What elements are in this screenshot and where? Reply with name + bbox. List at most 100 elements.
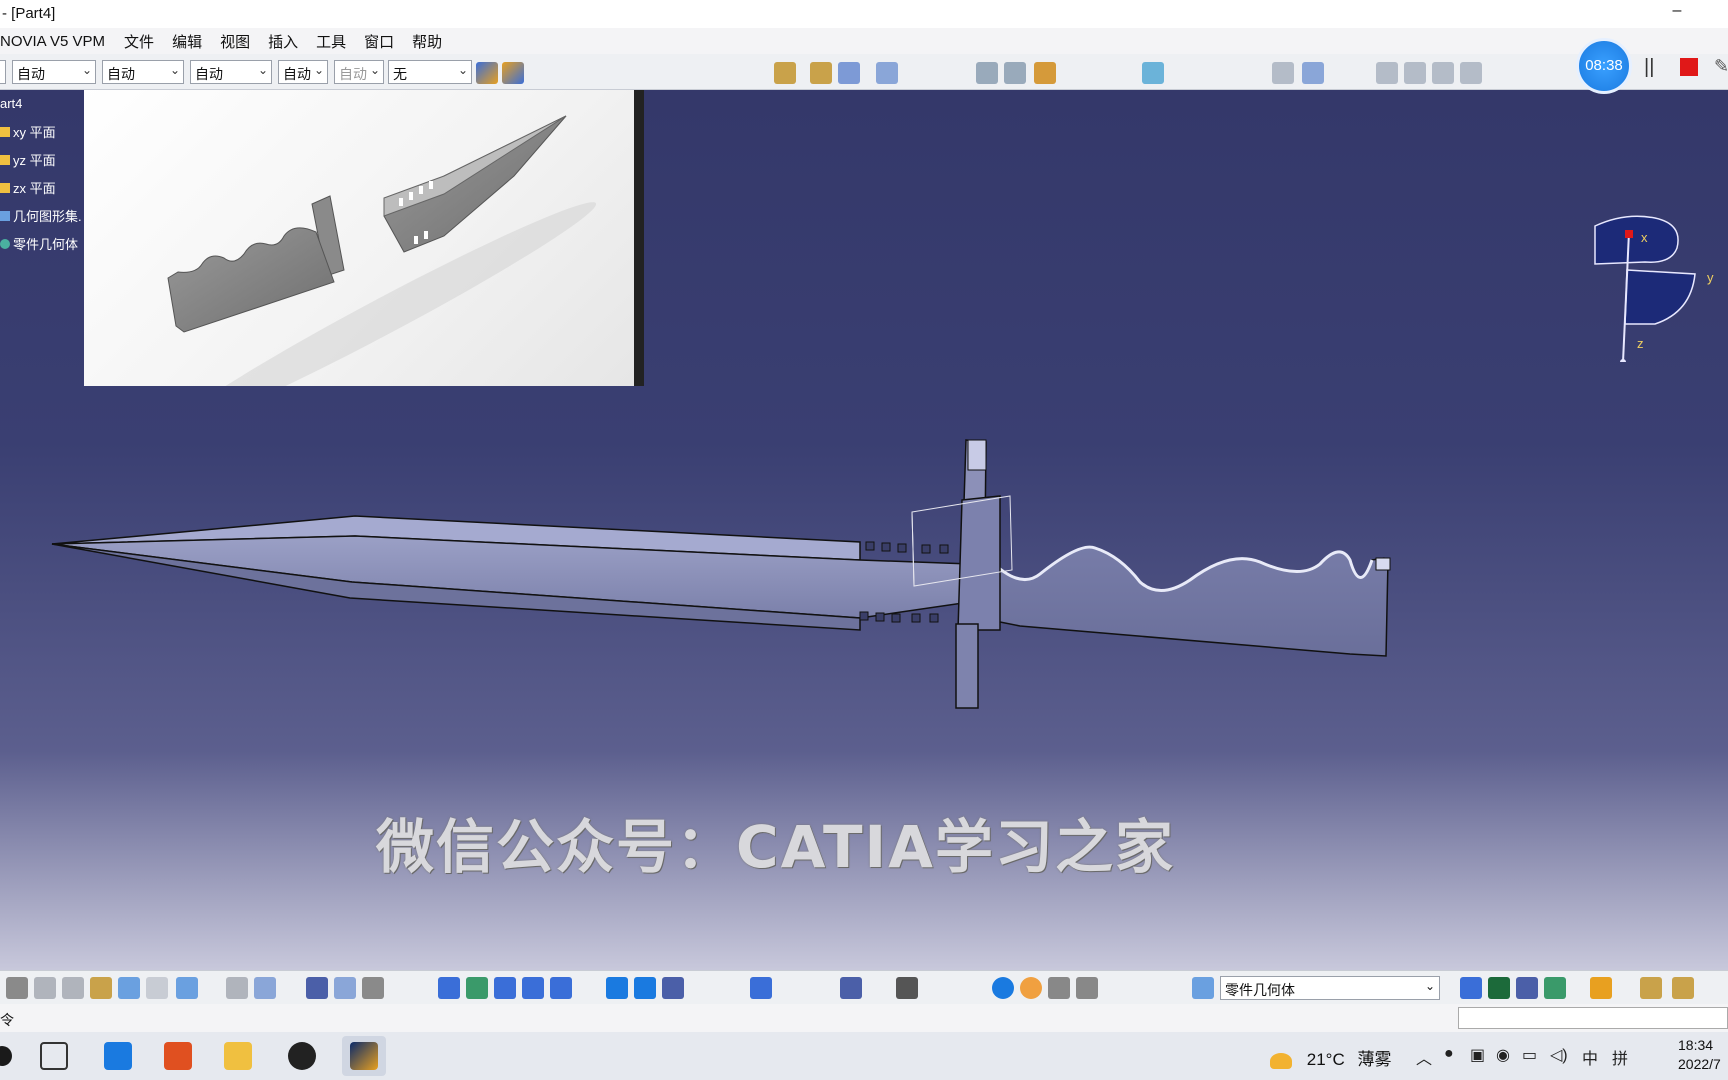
swap-icon[interactable] <box>750 977 772 999</box>
rotate-icon[interactable] <box>494 977 516 999</box>
tools-2-icon[interactable] <box>1404 62 1426 84</box>
flag-note-icon[interactable] <box>1034 62 1056 84</box>
transparency-combo[interactable]: 自动 ⌄ <box>102 60 184 84</box>
menu-help[interactable]: 帮助 <box>403 31 451 52</box>
file-explorer-icon[interactable] <box>216 1036 260 1076</box>
tree-root-part[interactable]: art4 <box>0 96 22 111</box>
pen-icon[interactable]: ✎ <box>1714 56 1728 77</box>
paint-brush-icon[interactable] <box>476 62 498 84</box>
product-icon[interactable] <box>838 62 860 84</box>
measure-icon[interactable] <box>876 62 898 84</box>
menu-edit[interactable]: 编辑 <box>163 31 211 52</box>
display-icon[interactable]: ▣ <box>1470 1045 1485 1065</box>
qq-tray-icon[interactable]: ◉ <box>1496 1045 1510 1065</box>
redo-icon[interactable] <box>146 977 168 999</box>
text-icon[interactable] <box>976 62 998 84</box>
tree-item-part-body[interactable]: 零件几何体 <box>0 234 78 253</box>
help-icon[interactable] <box>176 977 198 999</box>
pause-icon[interactable]: || <box>1644 56 1654 79</box>
print-icon[interactable] <box>6 977 28 999</box>
lock-icon[interactable] <box>362 977 384 999</box>
sketch-icon[interactable] <box>1460 977 1482 999</box>
office-icon[interactable] <box>156 1036 200 1076</box>
layers-icon[interactable] <box>1142 62 1164 84</box>
grid-icon[interactable] <box>1076 977 1098 999</box>
menu-window[interactable]: 窗口 <box>355 31 403 52</box>
catia-task-icon[interactable] <box>342 1036 386 1076</box>
command-input[interactable] <box>1458 1007 1728 1029</box>
cut-icon[interactable] <box>34 977 56 999</box>
stack-icon[interactable] <box>1544 977 1566 999</box>
command-bar: 令 <box>0 1004 1728 1032</box>
tree-item-geometric-set[interactable]: 几何图形集. <box>0 206 82 225</box>
material-icon[interactable] <box>1590 977 1612 999</box>
tools-4-icon[interactable] <box>1460 62 1482 84</box>
minimize-button[interactable]: – <box>1662 2 1692 24</box>
copy-icon[interactable] <box>62 977 84 999</box>
paste-icon[interactable] <box>90 977 112 999</box>
compass-widget[interactable]: x y z <box>1585 212 1725 365</box>
linetype-combo[interactable]: 自动 ⌄ <box>278 60 328 84</box>
tree-icon[interactable] <box>334 977 356 999</box>
ime-mode[interactable]: 拼 <box>1612 1045 1628 1069</box>
annotation-icon[interactable] <box>1004 62 1026 84</box>
compass-icon[interactable]: x y z <box>1585 212 1725 365</box>
body-select[interactable]: 零件几何体 ⌄ <box>1220 976 1440 1000</box>
tree-item-yz-plane[interactable]: yz 平面 <box>0 150 56 169</box>
menu-tools[interactable]: 工具 <box>307 31 355 52</box>
constraint-icon[interactable] <box>810 62 832 84</box>
plane-tool-icon[interactable] <box>1192 977 1214 999</box>
menu-insert[interactable]: 插入 <box>259 31 307 52</box>
axis-icon[interactable] <box>1048 977 1070 999</box>
apply-icon[interactable] <box>1640 977 1662 999</box>
iso-view-icon[interactable] <box>634 977 656 999</box>
measure-between-icon[interactable] <box>840 977 862 999</box>
tools-3-icon[interactable] <box>1432 62 1454 84</box>
weather-widget[interactable]: 21°C 薄雾 <box>1270 1045 1391 1070</box>
catalog-icon[interactable] <box>1272 62 1294 84</box>
table-icon[interactable] <box>306 977 328 999</box>
reference-image-preview <box>84 90 644 430</box>
chevron-up-icon[interactable]: ︿ <box>1416 1045 1432 1069</box>
target-icon[interactable] <box>1516 977 1538 999</box>
volume-icon[interactable]: ◁) <box>1550 1045 1568 1065</box>
tree-item-xy-plane[interactable]: xy 平面 <box>0 122 56 141</box>
qq-icon[interactable] <box>280 1036 324 1076</box>
compass-y-label: y <box>1707 270 1714 285</box>
shading-icon[interactable] <box>662 977 684 999</box>
task-view-icon[interactable] <box>32 1036 76 1076</box>
wireframe-icon[interactable] <box>1488 977 1510 999</box>
menu-file[interactable]: 文件 <box>115 31 163 52</box>
zoom-in-icon[interactable] <box>522 977 544 999</box>
left-combo-edge[interactable] <box>0 60 6 84</box>
update-icon[interactable] <box>992 977 1014 999</box>
menu-bar: NOVIA V5 VPM 文件 编辑 视图 插入 工具 窗口 帮助 <box>0 28 1728 54</box>
tree-item-zx-plane[interactable]: zx 平面 <box>0 178 56 197</box>
stop-icon[interactable] <box>1680 58 1698 76</box>
undo-icon[interactable] <box>118 977 140 999</box>
microphone-icon[interactable]: ● <box>1444 1045 1454 1063</box>
properties-painter-icon[interactable] <box>502 62 524 84</box>
mail-icon[interactable] <box>96 1036 140 1076</box>
normal-view-icon[interactable] <box>606 977 628 999</box>
ime-language[interactable]: 中 <box>1582 1045 1598 1069</box>
battery-icon[interactable]: ▭ <box>1522 1045 1537 1065</box>
formula-icon[interactable] <box>226 977 248 999</box>
fit-all-icon[interactable] <box>438 977 460 999</box>
menu-view[interactable]: 视图 <box>211 31 259 52</box>
pan-icon[interactable] <box>466 977 488 999</box>
point-combo[interactable]: 自动 ⌄ <box>334 60 384 84</box>
knowledge-icon[interactable] <box>254 977 276 999</box>
zoom-out-icon[interactable] <box>550 977 572 999</box>
clock[interactable]: 18:34 2022/7 <box>1678 1036 1721 1074</box>
capture-icon[interactable] <box>896 977 918 999</box>
assembly-icon[interactable] <box>774 62 796 84</box>
hand-icon[interactable] <box>1020 977 1042 999</box>
analysis-icon[interactable] <box>1302 62 1324 84</box>
layer-combo[interactable]: 无 ⌄ <box>388 60 472 84</box>
color-combo[interactable]: 自动 ⌄ <box>12 60 96 84</box>
start-button[interactable] <box>0 1036 24 1076</box>
linewidth-combo[interactable]: 自动 ⌄ <box>190 60 272 84</box>
scene-icon[interactable] <box>1672 977 1694 999</box>
tools-1-icon[interactable] <box>1376 62 1398 84</box>
